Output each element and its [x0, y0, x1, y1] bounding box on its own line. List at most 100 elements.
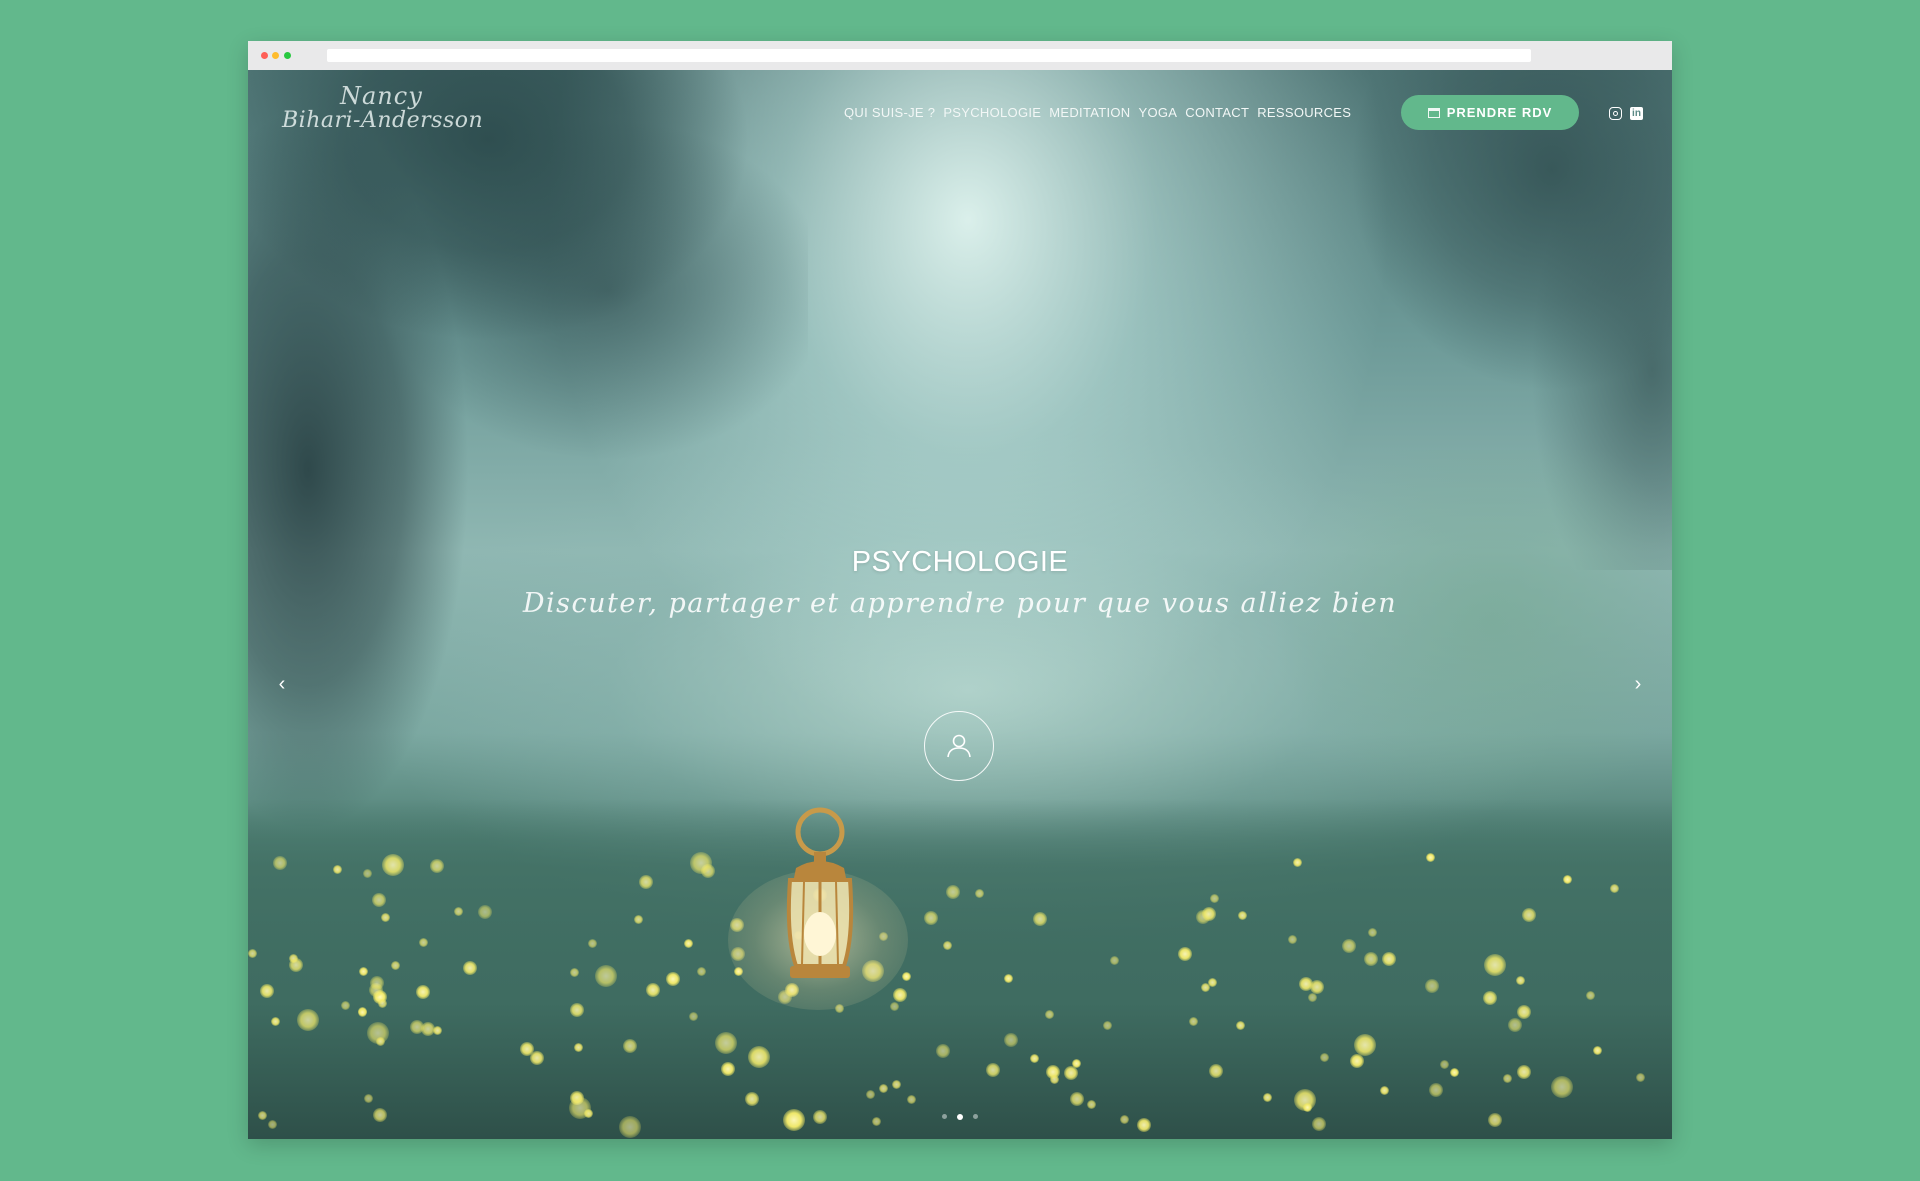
slider-prev-arrow[interactable]: ‹ [272, 674, 292, 694]
firefly [257, 1110, 267, 1120]
firefly [1635, 1073, 1645, 1082]
prendre-rdv-button[interactable]: PRENDRE RDV [1401, 95, 1579, 130]
firefly [901, 971, 911, 981]
firefly [380, 912, 390, 922]
firefly [341, 1000, 350, 1010]
firefly [1550, 1075, 1573, 1098]
firefly [362, 869, 372, 879]
firefly [390, 960, 400, 970]
firefly [1236, 1020, 1246, 1030]
firefly [377, 998, 387, 1008]
firefly [906, 1094, 916, 1104]
meadow [248, 799, 1672, 1139]
firefly [1263, 1092, 1273, 1102]
firefly [1449, 1068, 1459, 1078]
firefly [865, 1090, 875, 1100]
firefly [646, 982, 661, 997]
hero-section: Nancy Bihari-Andersson QUI SUIS-JE ? PSY… [248, 70, 1672, 1139]
slider-pagination [942, 1113, 978, 1120]
firefly [783, 1108, 806, 1131]
firefly [945, 884, 960, 899]
firefly [720, 1061, 735, 1076]
firefly [1484, 954, 1507, 977]
firefly [373, 1107, 388, 1122]
firefly [568, 1096, 591, 1119]
firefly [382, 853, 405, 876]
firefly [297, 1008, 320, 1031]
firefly [259, 983, 274, 998]
firefly [871, 1116, 881, 1126]
firefly [1363, 951, 1378, 966]
firefly [332, 865, 342, 875]
firefly [1609, 884, 1619, 894]
firefly [421, 1021, 436, 1036]
firefly [1426, 852, 1436, 862]
firefly [1379, 1085, 1389, 1095]
firefly [1032, 911, 1047, 926]
firefly [1237, 910, 1247, 920]
firefly [1119, 1115, 1129, 1125]
hero-subtitle: Discuter, partager et apprendre pour que… [522, 588, 1398, 619]
firefly [364, 1093, 374, 1103]
firefly [1177, 947, 1192, 962]
firefly [369, 975, 384, 990]
prendre-rdv-label: PRENDRE RDV [1446, 105, 1553, 120]
hero-user-button[interactable] [924, 711, 994, 781]
firefly [744, 1091, 759, 1106]
firefly [935, 1043, 950, 1058]
linkedin-icon[interactable]: in [1630, 107, 1643, 120]
nav-item-qui-suis-je[interactable]: QUI SUIS-JE ? [844, 105, 935, 120]
slider-dot-1[interactable] [942, 1114, 947, 1119]
nav-item-meditation[interactable]: MEDITATION [1049, 105, 1130, 120]
firefly [357, 1007, 367, 1017]
main-nav: QUI SUIS-JE ? PSYCHOLOGIE MEDITATION YOG… [844, 105, 1351, 120]
slider-dot-2[interactable] [957, 1113, 963, 1120]
firefly [1516, 1064, 1531, 1079]
nav-item-contact[interactable]: CONTACT [1185, 105, 1249, 120]
firefly [273, 855, 288, 870]
slider-next-arrow[interactable]: › [1628, 674, 1648, 694]
firefly [569, 1003, 584, 1018]
instagram-icon[interactable] [1609, 107, 1622, 120]
browser-window: Nancy Bihari-Andersson QUI SUIS-JE ? PSY… [248, 41, 1672, 1139]
address-bar[interactable] [327, 49, 1531, 62]
close-window-dot[interactable] [261, 52, 268, 59]
minimize-window-dot[interactable] [272, 52, 279, 59]
firefly [376, 1036, 386, 1046]
firefly [1109, 955, 1119, 965]
nav-item-yoga[interactable]: YOGA [1139, 105, 1178, 120]
tree-left [248, 70, 808, 890]
firefly [892, 987, 907, 1002]
logo-first-name: Nancy [340, 82, 423, 110]
firefly [288, 958, 303, 973]
firefly [587, 939, 597, 949]
firefly [248, 948, 258, 958]
slider-dot-3[interactable] [973, 1114, 978, 1119]
lantern-image [786, 807, 854, 978]
nav-item-psychologie[interactable]: PSYCHOLOGIE [943, 105, 1041, 120]
firefly [1428, 1082, 1443, 1097]
site-logo[interactable]: Nancy Bihari-Andersson [282, 78, 484, 142]
firefly [1367, 928, 1377, 938]
firefly [573, 1043, 583, 1053]
firefly [267, 1119, 277, 1129]
firefly [1585, 991, 1595, 1001]
firefly [715, 1031, 738, 1054]
firefly [371, 892, 386, 907]
firefly [1003, 973, 1013, 983]
firefly [813, 1109, 828, 1124]
firefly [618, 1116, 641, 1139]
logo-last-name: Bihari-Andersson [282, 108, 484, 133]
firefly [892, 1079, 902, 1089]
firefly [418, 937, 428, 947]
calendar-icon [1427, 107, 1440, 118]
maximize-window-dot[interactable] [284, 52, 291, 59]
firefly [1516, 1004, 1531, 1019]
bush-right [1252, 450, 1672, 810]
nav-item-ressources[interactable]: RESSOURCES [1257, 105, 1351, 120]
firefly [1439, 1059, 1449, 1069]
firefly [1521, 908, 1536, 923]
firefly [623, 1038, 638, 1053]
firefly [1562, 874, 1572, 884]
firefly [1050, 1074, 1060, 1084]
